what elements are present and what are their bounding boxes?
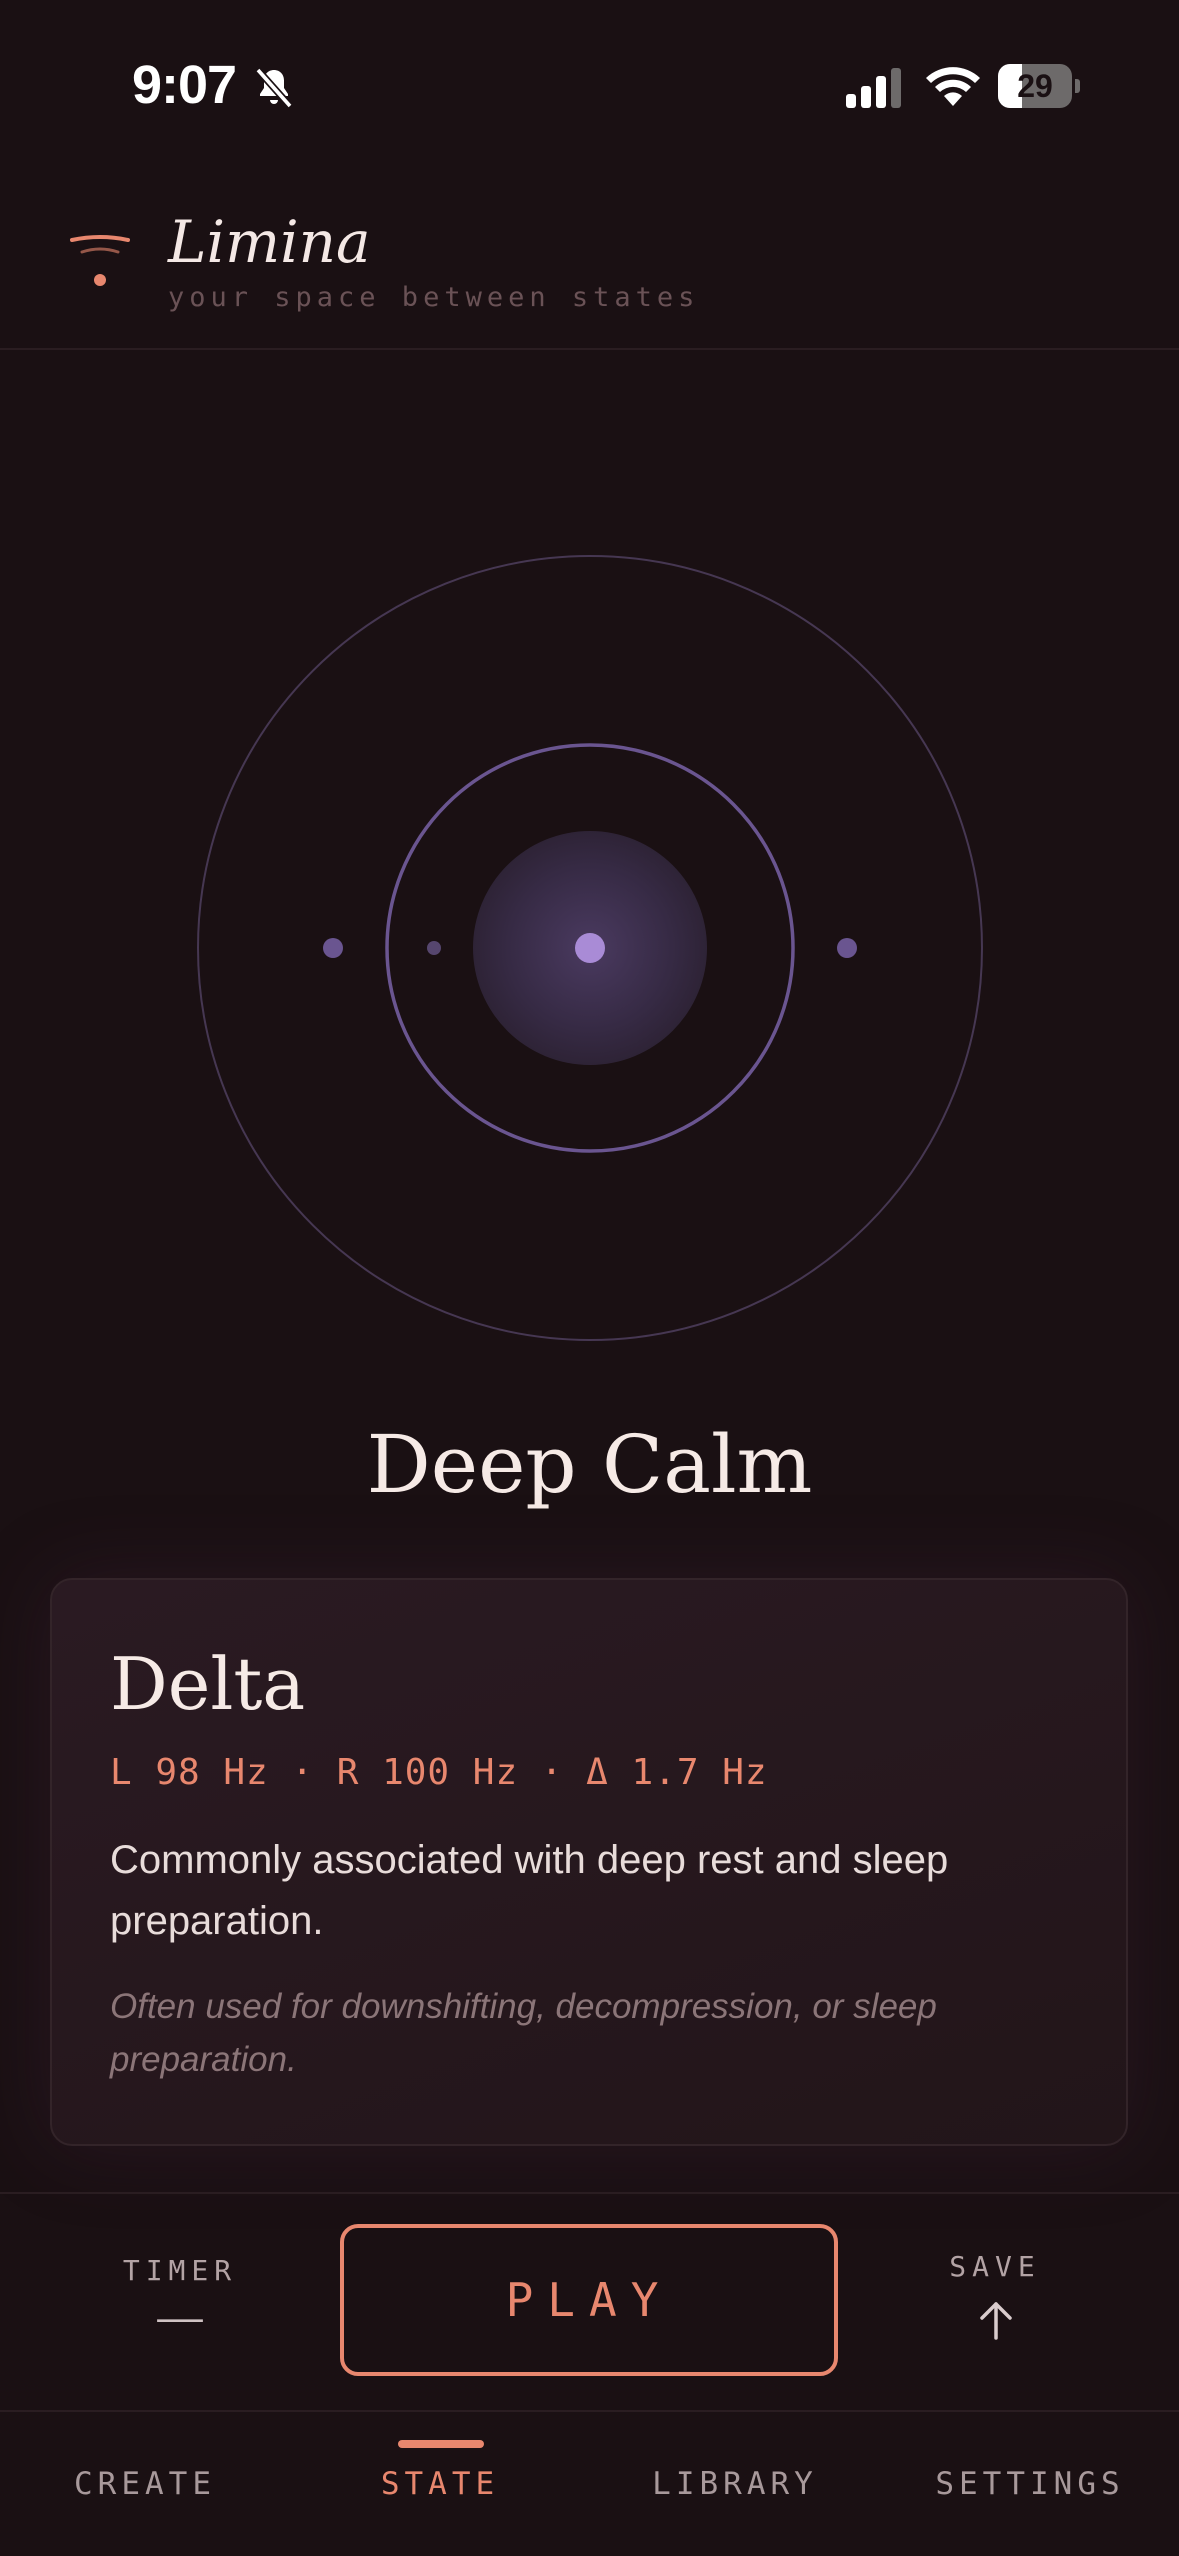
tab-library[interactable]: LIBRARY	[620, 2466, 850, 2502]
tab-create[interactable]: CREATE	[40, 2466, 250, 2502]
limina-logo-icon	[70, 235, 130, 286]
frequency-readout: L 98 Hz · R 100 Hz · Δ 1.7 Hz	[110, 1752, 768, 1793]
battery-level: 29	[1017, 68, 1053, 104]
band-description: Commonly associated with deep rest and s…	[110, 1838, 949, 1943]
left-orbit-dot-outer	[323, 938, 343, 958]
app-name: Limina	[168, 208, 371, 276]
save-label: SAVE	[949, 2250, 1041, 2283]
band-name: Delta	[110, 1642, 306, 1726]
controls-divider	[0, 2192, 1179, 2194]
tab-state[interactable]: STATE	[335, 2466, 545, 2502]
active-tab-indicator	[398, 2440, 484, 2448]
silent-mode-bell-icon	[255, 67, 293, 109]
timer-label: TIMER	[122, 2254, 238, 2287]
arrow-up-icon	[980, 2302, 1012, 2340]
band-usage-note: Often used for downshifting, decompressi…	[110, 1987, 937, 2079]
app-tagline: your space between states	[168, 282, 700, 313]
header-divider	[0, 348, 1179, 350]
right-orbit-dot	[837, 938, 857, 958]
play-button[interactable]: PLAY	[340, 2224, 838, 2376]
timer-value: ——	[157, 2296, 203, 2340]
state-title: Deep Calm	[366, 1418, 813, 1511]
battery-icon: 29	[998, 64, 1080, 108]
left-orbit-dot-inner	[427, 941, 441, 955]
tab-settings[interactable]: SETTINGS	[910, 2466, 1150, 2502]
cellular-signal-icon	[846, 68, 901, 108]
orb-core	[575, 933, 605, 963]
wifi-icon	[926, 67, 980, 106]
tabbar-divider	[0, 2410, 1179, 2412]
binaural-orb-visualization	[197, 555, 983, 1341]
status-time: 9:07	[132, 55, 237, 115]
